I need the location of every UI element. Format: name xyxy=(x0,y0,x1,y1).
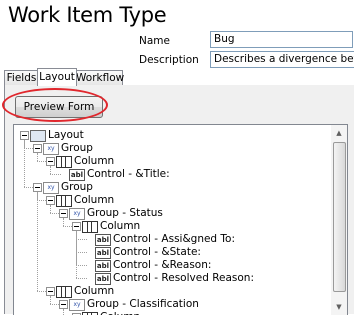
group-icon: xy xyxy=(43,143,59,155)
scroll-thumb[interactable] xyxy=(333,142,346,292)
tree-connector xyxy=(76,265,87,266)
tree-node-label: Column xyxy=(100,220,141,232)
control-icon: abl xyxy=(95,260,111,272)
tree-connector xyxy=(50,166,51,174)
tree-connector xyxy=(63,218,64,226)
tree-connector xyxy=(50,205,51,213)
tab-workflow[interactable]: Workflow xyxy=(75,70,124,85)
collapse-icon[interactable] xyxy=(46,287,55,296)
collapse-icon[interactable] xyxy=(33,183,42,192)
tree-connector xyxy=(76,252,87,253)
control-icon: abl xyxy=(95,234,111,246)
collapse-icon[interactable] xyxy=(46,157,55,166)
tree-node-label: Control - &Reason: xyxy=(113,259,212,271)
tree-node-label: Control - Assi&gned To: xyxy=(113,233,236,245)
tree-connector xyxy=(37,192,38,291)
tree-scrollbar[interactable]: ▲ ▼ xyxy=(331,124,348,315)
group-icon: xy xyxy=(69,299,85,311)
control-icon: abl xyxy=(95,273,111,285)
column-icon xyxy=(56,286,72,298)
tree-node-label: Control - Resolved Reason: xyxy=(113,272,254,284)
tree-node-label: Column xyxy=(74,155,115,167)
tree-connector xyxy=(63,309,64,315)
group-icon: xy xyxy=(69,208,85,220)
description-label: Description xyxy=(139,54,199,66)
collapse-icon[interactable] xyxy=(72,222,81,231)
name-field[interactable]: Bug xyxy=(210,31,353,48)
tree-node-label: Control - &State: xyxy=(113,246,201,258)
tree-connector xyxy=(24,140,25,187)
group-icon: xy xyxy=(43,182,59,194)
tree-node-label: Column xyxy=(74,285,115,297)
column-icon xyxy=(56,195,72,207)
collapse-icon[interactable] xyxy=(59,300,68,309)
tab-strip: Fields Layout Workflow xyxy=(4,68,354,86)
tree-node-label: Control - &Title: xyxy=(87,168,170,180)
column-icon xyxy=(82,221,98,233)
name-label: Name xyxy=(139,35,170,47)
tree-connector xyxy=(50,174,61,175)
collapse-icon[interactable] xyxy=(46,196,55,205)
collapse-icon[interactable] xyxy=(20,131,29,140)
description-field[interactable]: Describes a divergence between re xyxy=(210,51,354,68)
collapse-icon[interactable] xyxy=(33,144,42,153)
tree-connector xyxy=(76,278,87,279)
tree-node-label: Layout xyxy=(48,129,84,141)
tree-node-label: Column xyxy=(74,194,115,206)
tree-connector xyxy=(76,231,77,278)
tree-connector xyxy=(76,239,87,240)
tree-node-label: Column xyxy=(100,311,140,315)
scroll-down-icon[interactable]: ▼ xyxy=(331,299,347,315)
tree-connector xyxy=(37,153,38,161)
tree-connector xyxy=(50,296,51,304)
layout-icon xyxy=(30,130,46,142)
tab-fields[interactable]: Fields xyxy=(4,70,39,85)
tab-layout[interactable]: Layout xyxy=(37,68,77,86)
tree-node-label: Group - Status xyxy=(87,207,163,219)
collapse-icon[interactable] xyxy=(59,209,68,218)
control-icon: abl xyxy=(69,169,85,181)
tree-node-label: Group xyxy=(61,181,93,193)
window-title: Work Item Type xyxy=(8,3,167,27)
tree-node-label: Group xyxy=(61,142,93,154)
highlight-circle xyxy=(2,88,108,122)
control-icon: abl xyxy=(95,247,111,259)
layout-tree[interactable]: Layout xy Group Column abl Control - &Title: x… xyxy=(13,124,333,315)
column-icon xyxy=(56,156,72,168)
tree-node-label: Group - Classification xyxy=(87,298,199,310)
scroll-up-icon[interactable]: ▲ xyxy=(331,125,347,141)
